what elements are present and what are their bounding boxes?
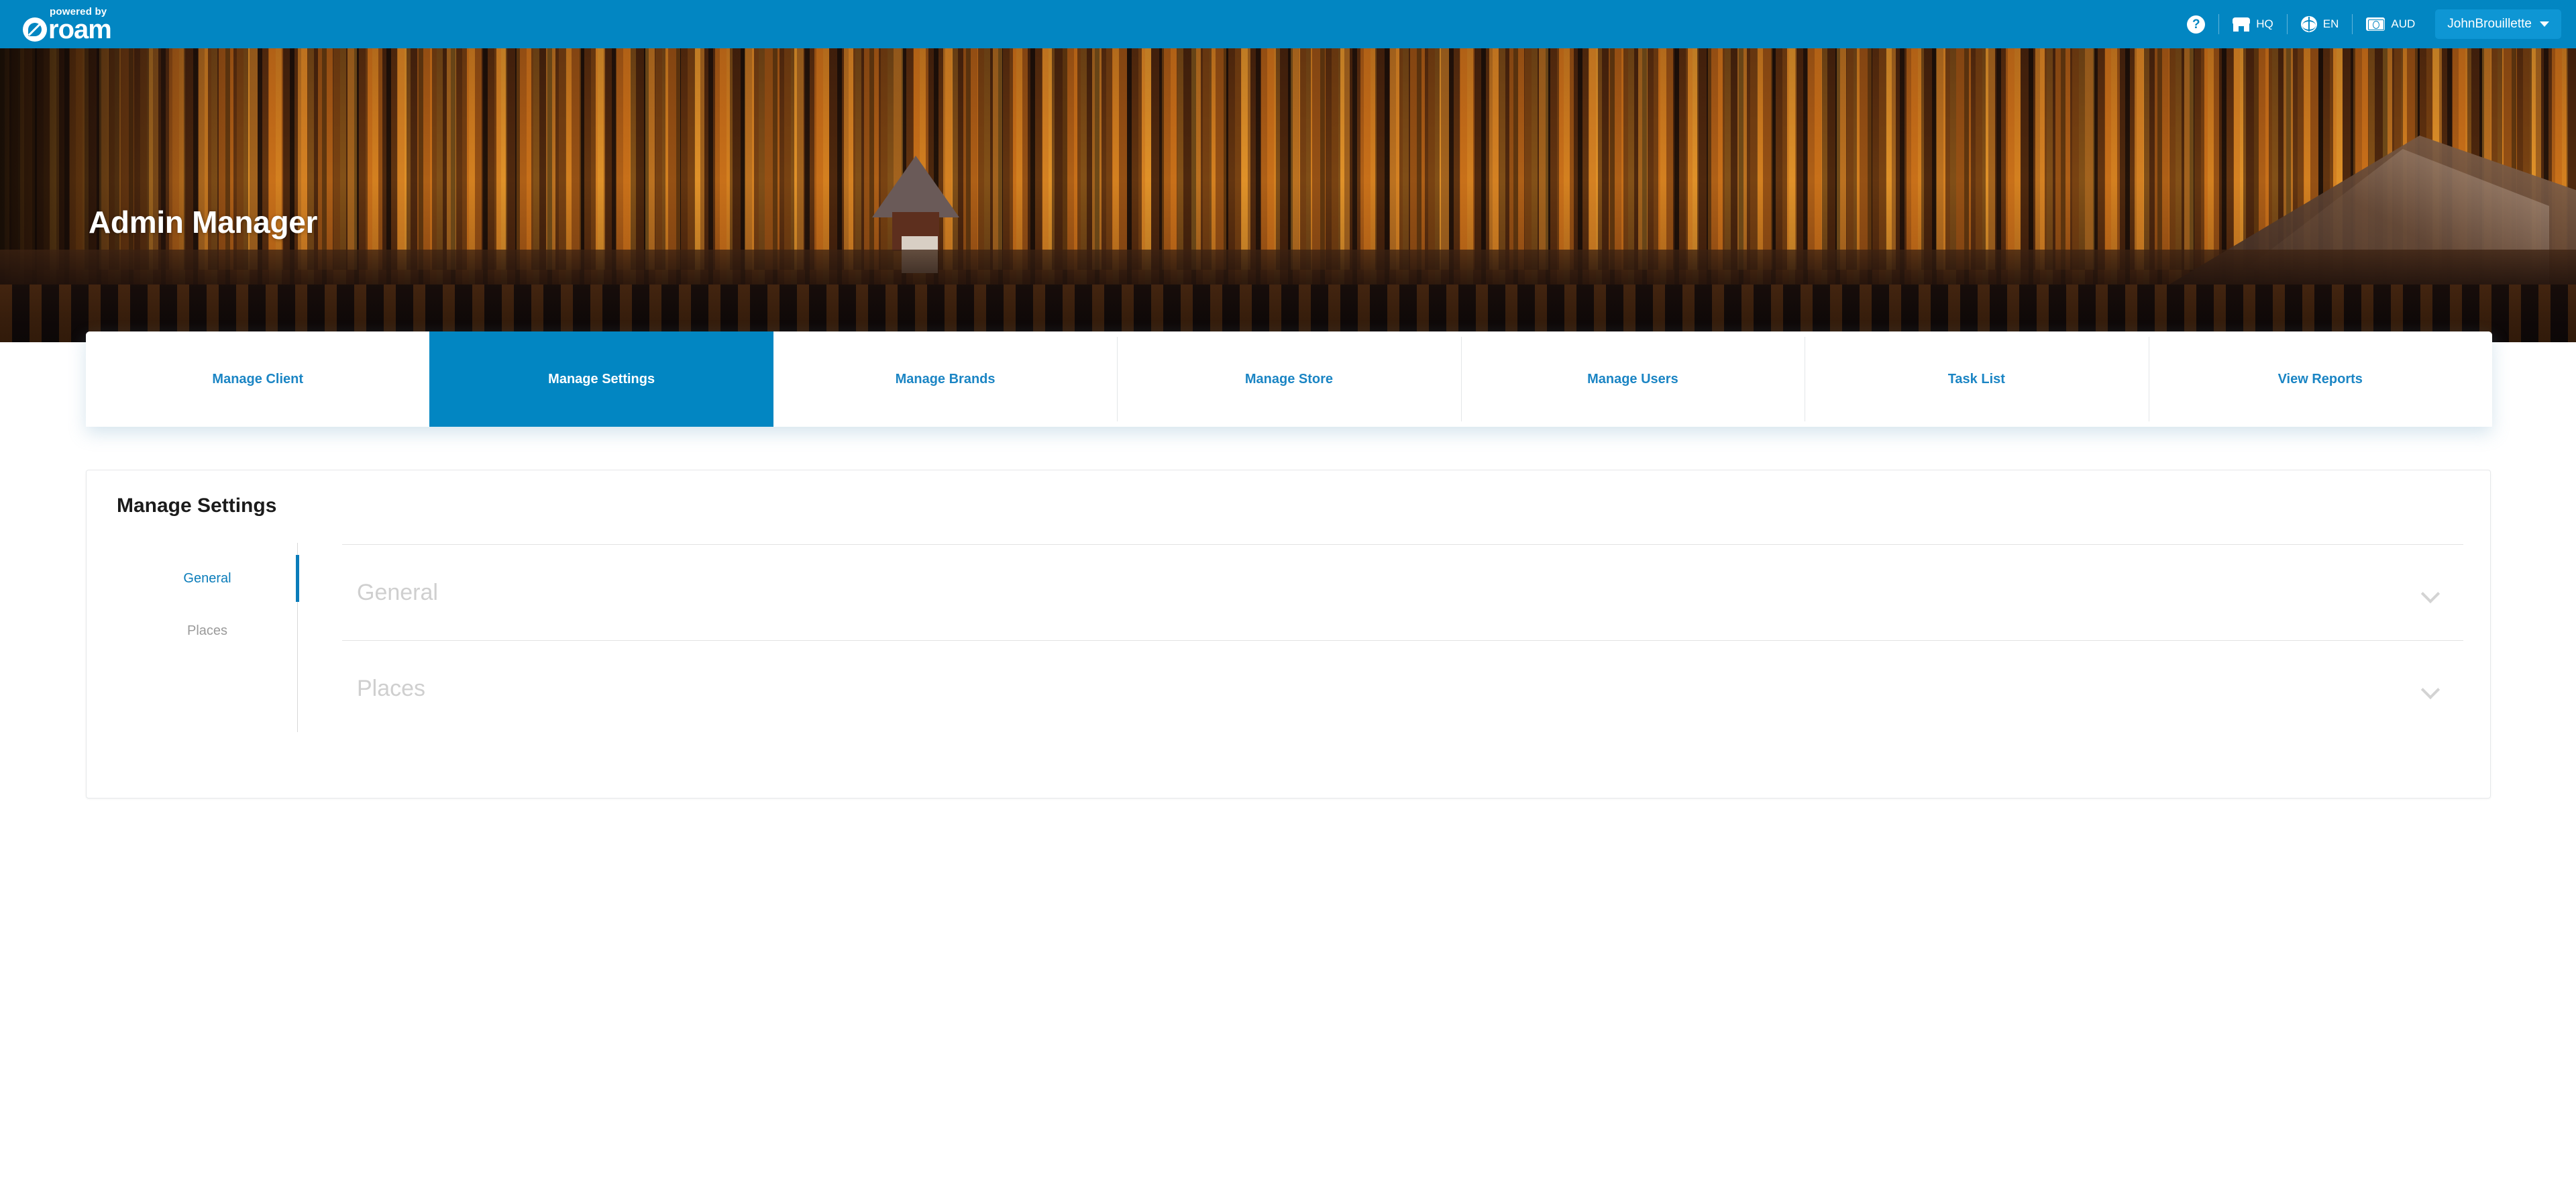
help-icon: ? bbox=[2187, 15, 2206, 34]
manage-settings-panel: Manage Settings General Places General P… bbox=[86, 470, 2491, 798]
accordion-general[interactable]: General bbox=[342, 544, 2463, 640]
sidebar-item-places[interactable]: Places bbox=[117, 605, 298, 657]
currency-label: AUD bbox=[2391, 17, 2416, 30]
roam-logo-mark-icon bbox=[23, 17, 47, 42]
accordion-general-label: General bbox=[357, 579, 438, 605]
store-label: HQ bbox=[2256, 17, 2273, 30]
language-label: EN bbox=[2322, 17, 2339, 30]
header-actions: ? HQ EN AUD JohnBrouillette bbox=[2174, 0, 2576, 48]
panel-body: General Places General Places bbox=[117, 543, 2463, 778]
chevron-down-icon[interactable] bbox=[2422, 680, 2439, 697]
panel-title: Manage Settings bbox=[117, 495, 277, 517]
tab-task-list[interactable]: Task List bbox=[1805, 331, 2149, 427]
settings-accordion-list: General Places bbox=[298, 543, 2463, 778]
chevron-down-icon[interactable] bbox=[2422, 584, 2439, 601]
help-button[interactable]: ? bbox=[2174, 11, 2218, 38]
chevron-down-icon bbox=[2540, 21, 2549, 27]
tab-manage-brands[interactable]: Manage Brands bbox=[773, 331, 1118, 427]
roam-logo[interactable]: powered by roam bbox=[23, 4, 112, 44]
store-icon bbox=[2233, 17, 2251, 32]
hero-background-image bbox=[0, 48, 2576, 342]
banknote-icon bbox=[2366, 17, 2385, 31]
currency-selector[interactable]: AUD bbox=[2353, 11, 2428, 38]
settings-side-nav: General Places bbox=[117, 543, 299, 778]
tab-manage-store[interactable]: Manage Store bbox=[1117, 331, 1461, 427]
user-name-label: JohnBrouillette bbox=[2447, 17, 2532, 31]
tab-view-reports[interactable]: View Reports bbox=[2148, 331, 2492, 427]
globe-icon bbox=[2300, 16, 2317, 32]
hero-banner: Admin Manager bbox=[0, 48, 2576, 342]
accordion-places[interactable]: Places bbox=[342, 640, 2463, 736]
language-selector[interactable]: EN bbox=[2288, 11, 2353, 38]
page-title: Admin Manager bbox=[89, 205, 318, 240]
tab-manage-users[interactable]: Manage Users bbox=[1460, 331, 1805, 427]
tab-manage-client[interactable]: Manage Client bbox=[86, 331, 430, 427]
store-selector[interactable]: HQ bbox=[2219, 11, 2287, 38]
logo-wordmark: roam bbox=[48, 14, 112, 44]
user-menu-button[interactable]: JohnBrouillette bbox=[2435, 9, 2561, 39]
accordion-places-label: Places bbox=[357, 675, 426, 701]
sidebar-item-general[interactable]: General bbox=[117, 552, 299, 605]
main-tab-bar: Manage Client Manage Settings Manage Bra… bbox=[86, 331, 2492, 427]
top-header-bar: powered by roam ? HQ EN AUD JohnBrouille… bbox=[0, 0, 2576, 48]
tab-manage-settings[interactable]: Manage Settings bbox=[429, 331, 773, 427]
